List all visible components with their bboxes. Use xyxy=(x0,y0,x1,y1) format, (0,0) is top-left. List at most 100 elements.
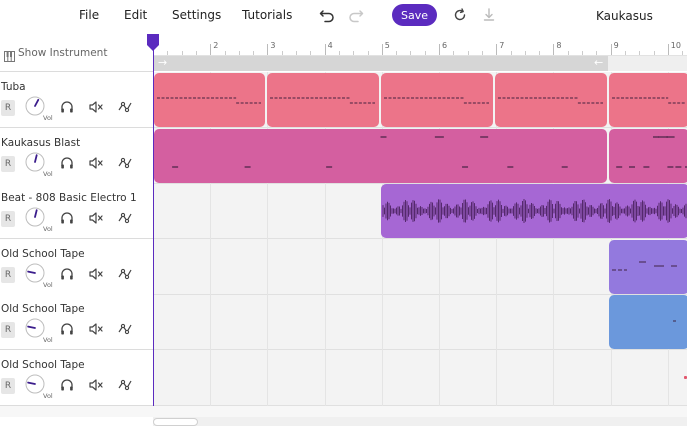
automation-icon[interactable] xyxy=(117,321,133,337)
save-button[interactable]: Save xyxy=(392,4,437,26)
ruler-subtick xyxy=(367,51,369,55)
ruler-bar-number: 7 xyxy=(499,41,505,50)
ruler-bar-number: 5 xyxy=(384,41,390,50)
ruler-bar-tick xyxy=(496,44,498,55)
speaker-mute-icon[interactable] xyxy=(88,266,104,282)
ruler-bar-number: 2 xyxy=(213,41,219,50)
ruler-bar-number: 9 xyxy=(613,41,619,50)
headphones-icon[interactable] xyxy=(59,266,75,282)
headphones-icon[interactable] xyxy=(59,99,75,115)
track-name[interactable]: Old School Tape xyxy=(1,303,85,315)
timeline-ruler[interactable]: 2 3 4 5 6 7 8 9 10 xyxy=(153,34,687,56)
ruler-bar-tick xyxy=(667,44,669,55)
show-instrument-toggle[interactable]: Show Instrument xyxy=(0,34,153,72)
record-arm-button[interactable]: R xyxy=(1,100,15,116)
midi-clip[interactable] xyxy=(495,73,607,127)
ruler-subtick xyxy=(181,51,183,55)
automation-icon[interactable] xyxy=(117,210,133,226)
ruler-subtick xyxy=(410,51,412,55)
track-header[interactable]: Tuba R Vol xyxy=(0,72,153,128)
download-icon[interactable] xyxy=(480,6,498,24)
ruler-subtick xyxy=(424,51,426,55)
volume-label: Vol xyxy=(43,169,53,178)
ruler-bar-number: 8 xyxy=(556,41,562,50)
track-name[interactable]: Kaukasus Blast xyxy=(1,137,80,149)
loop-end-arrow-icon[interactable]: ← xyxy=(594,57,603,69)
audio-clip[interactable] xyxy=(381,184,687,238)
ruler-subtick xyxy=(338,51,340,55)
midi-clip[interactable] xyxy=(154,73,265,127)
track-header[interactable]: Beat - 808 Basic Electro 1 R Vol xyxy=(0,183,153,239)
speaker-mute-icon[interactable] xyxy=(88,155,104,171)
ruler-subtick xyxy=(296,51,297,55)
undo-icon[interactable] xyxy=(318,6,336,24)
track-header[interactable]: Old School Tape R Vol xyxy=(0,349,153,406)
automation-icon[interactable] xyxy=(117,266,133,282)
ruler-bar-number: 4 xyxy=(327,41,333,50)
midi-clip[interactable] xyxy=(154,128,607,183)
bottom-strip xyxy=(0,406,687,417)
ruler-bar-tick xyxy=(267,44,269,55)
midi-clip[interactable] xyxy=(381,73,493,127)
headphones-icon[interactable] xyxy=(59,321,75,337)
midi-clip[interactable] xyxy=(609,128,687,183)
record-arm-button[interactable]: R xyxy=(1,211,15,227)
midi-clip[interactable] xyxy=(267,73,379,127)
record-arm-button[interactable]: R xyxy=(1,155,15,172)
ruler-subtick xyxy=(195,51,197,55)
volume-label: Vol xyxy=(43,225,53,233)
automation-icon[interactable] xyxy=(117,99,133,115)
track-header[interactable]: Kaukasus Blast R Vol xyxy=(0,127,153,184)
ruler-subtick xyxy=(596,51,598,55)
ruler-bar-tick xyxy=(210,44,212,55)
speaker-mute-icon[interactable] xyxy=(88,210,104,226)
midi-clip[interactable] xyxy=(609,295,687,349)
ruler-subtick xyxy=(310,51,312,55)
ruler-subtick xyxy=(524,51,526,55)
midi-clip[interactable] xyxy=(609,239,687,294)
rotate-icon[interactable] xyxy=(451,6,469,24)
scrollbar-thumb[interactable] xyxy=(153,418,198,426)
speaker-mute-icon[interactable] xyxy=(88,321,104,337)
playhead-line xyxy=(153,34,154,406)
loop-start-arrow-icon[interactable]: → xyxy=(158,57,167,69)
midi-clip[interactable] xyxy=(609,73,687,127)
show-instrument-label: Show Instrument xyxy=(18,47,108,59)
speaker-mute-icon[interactable] xyxy=(88,99,104,115)
loop-region[interactable]: → ← xyxy=(153,56,608,71)
loop-bar-background xyxy=(608,56,687,71)
volume-label: Vol xyxy=(43,280,53,289)
redo-icon[interactable] xyxy=(347,6,365,24)
speaker-mute-icon[interactable] xyxy=(88,377,104,393)
project-name[interactable]: Kaukasus xyxy=(596,9,653,23)
track-lane[interactable] xyxy=(153,350,687,406)
ruler-subtick xyxy=(682,51,684,55)
track-name[interactable]: Tuba xyxy=(1,81,26,93)
record-arm-button[interactable]: R xyxy=(1,377,15,394)
track-header[interactable]: Old School Tape R Vol xyxy=(0,294,153,350)
edit-menu[interactable]: Edit xyxy=(124,8,147,22)
settings-menu[interactable]: Settings xyxy=(172,8,221,22)
record-arm-button[interactable]: R xyxy=(1,322,15,338)
headphones-icon[interactable] xyxy=(59,210,75,226)
ruler-subtick xyxy=(167,51,169,55)
track-name[interactable]: Beat - 808 Basic Electro 1 xyxy=(1,192,137,204)
automation-icon[interactable] xyxy=(117,155,133,171)
track-lane[interactable] xyxy=(153,239,687,295)
headphones-icon[interactable] xyxy=(59,377,75,393)
ruler-subtick xyxy=(467,51,469,55)
volume-label: Vol xyxy=(43,391,53,400)
playhead-handle[interactable] xyxy=(146,34,160,52)
track-lane[interactable] xyxy=(153,294,687,350)
tutorials-menu[interactable]: Tutorials xyxy=(242,8,292,22)
track-name[interactable]: Old School Tape xyxy=(1,248,85,260)
headphones-icon[interactable] xyxy=(59,155,75,171)
track-header[interactable]: Old School Tape R Vol xyxy=(0,238,153,295)
horizontal-scrollbar[interactable] xyxy=(153,417,687,426)
ruler-subtick xyxy=(281,51,283,55)
track-name[interactable]: Old School Tape xyxy=(1,359,85,371)
record-arm-button[interactable]: R xyxy=(1,266,15,283)
file-menu[interactable]: File xyxy=(79,8,99,22)
automation-icon[interactable] xyxy=(117,377,133,393)
ruler-subtick xyxy=(567,51,569,55)
